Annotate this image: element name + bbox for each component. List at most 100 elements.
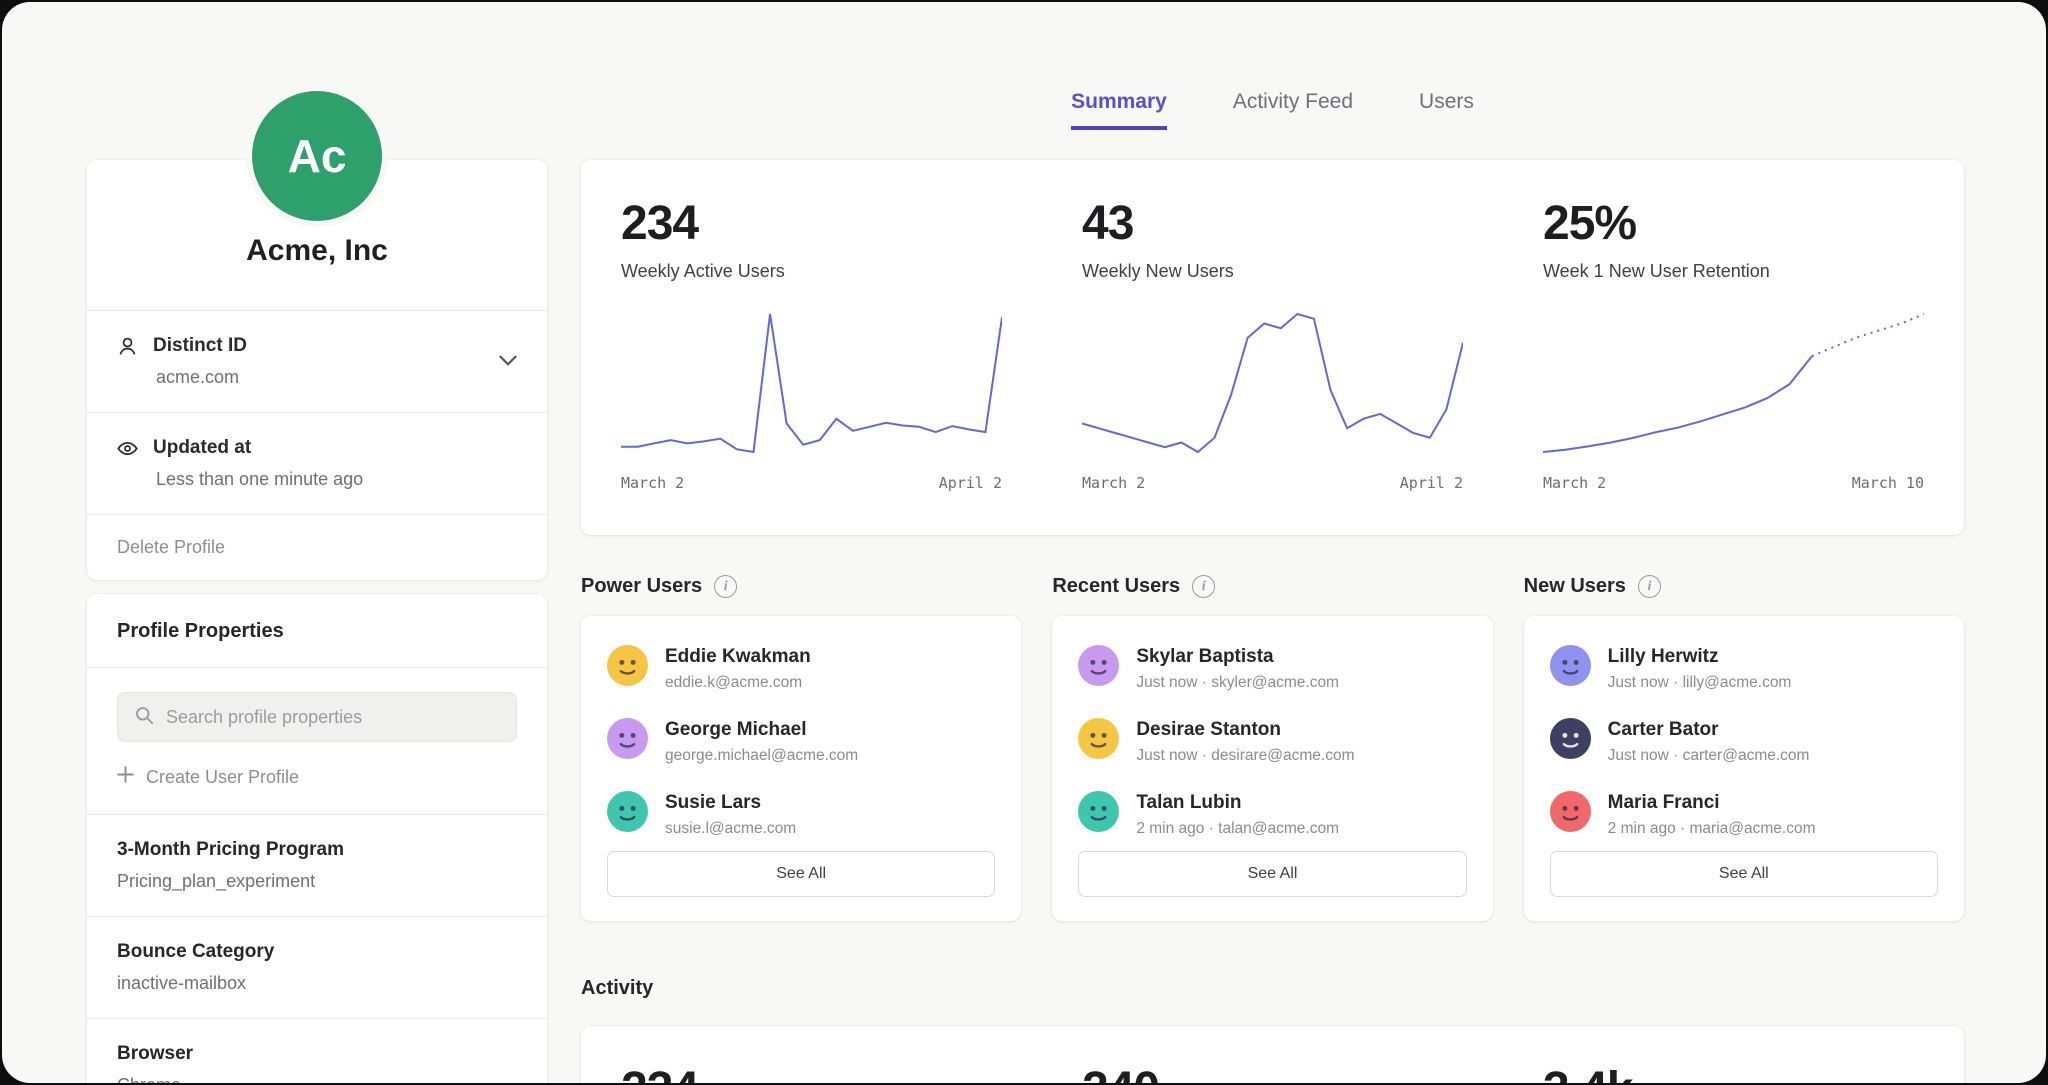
user-row[interactable]: Carter Bator Just now · carter@acme.com <box>1550 705 1938 778</box>
metric-label: Weekly Active Users <box>621 261 1002 282</box>
recent-users-section: Recent Users i Skylar Baptista Just now … <box>1052 575 1492 921</box>
property-row: 3-Month Pricing Program Pricing_plan_exp… <box>87 815 547 917</box>
recent-users-title: Recent Users <box>1052 575 1180 598</box>
see-all-button[interactable]: See All <box>1550 851 1938 897</box>
user-avatar <box>1078 791 1119 832</box>
profile-card: Acme, Inc Distinct ID acme.com <box>87 160 547 580</box>
axis-label-left: March 2 <box>1543 474 1606 492</box>
power-users-card: Eddie Kwakman eddie.k@acme.com George Mi… <box>581 616 1021 921</box>
user-avatar <box>607 718 648 759</box>
tab-summary[interactable]: Summary <box>1071 90 1167 130</box>
create-user-profile-button[interactable]: Create User Profile <box>87 742 547 815</box>
eye-icon <box>117 438 138 459</box>
new-users-title: New Users <box>1524 575 1626 598</box>
property-value: inactive-mailbox <box>117 973 517 994</box>
create-user-profile-label: Create User Profile <box>146 767 299 788</box>
profile-properties-title: Profile Properties <box>87 594 547 668</box>
user-meta: Just now · carter@acme.com <box>1608 747 1810 765</box>
weekly-new-users-chart <box>1082 308 1463 458</box>
metric-value: 234 <box>621 196 1002 251</box>
user-meta: Just now · desirare@acme.com <box>1136 747 1354 765</box>
power-users-title: Power Users <box>581 575 702 598</box>
user-row[interactable]: Desirae Stanton Just now · desirare@acme… <box>1078 705 1466 778</box>
property-row: Bounce Category inactive-mailbox <box>87 917 547 1019</box>
week1-retention-chart <box>1543 308 1924 458</box>
tab-activity-feed[interactable]: Activity Feed <box>1233 90 1353 130</box>
activity-metric-value: 3.4k <box>1543 1062 1924 1083</box>
user-name: Carter Bator <box>1608 718 1810 741</box>
user-lists: Power Users i Eddie Kwakman eddie.k@acme… <box>581 575 1964 921</box>
plus-icon <box>117 766 134 788</box>
property-value: Pricing_plan_experiment <box>117 871 517 892</box>
user-meta: 2 min ago · maria@acme.com <box>1608 820 1816 838</box>
property-label: Bounce Category <box>117 941 517 963</box>
distinct-id-value: acme.com <box>156 367 517 388</box>
info-icon[interactable]: i <box>1192 575 1215 598</box>
info-icon[interactable]: i <box>714 575 737 598</box>
user-avatar <box>1550 791 1591 832</box>
person-icon <box>117 336 138 357</box>
distinct-id-row[interactable]: Distinct ID acme.com <box>87 310 547 412</box>
app-window: Ac Acme, Inc Distinct ID acme.com <box>2 2 2046 1083</box>
distinct-id-label: Distinct ID <box>153 335 247 357</box>
user-meta: eddie.k@acme.com <box>665 674 811 692</box>
tab-users[interactable]: Users <box>1419 90 1474 130</box>
user-avatar <box>1550 645 1591 686</box>
user-name: Skylar Baptista <box>1136 645 1339 668</box>
user-avatar <box>607 645 648 686</box>
user-row[interactable]: Skylar Baptista Just now · skyler@acme.c… <box>1078 632 1466 705</box>
updated-at-value: Less than one minute ago <box>156 469 517 490</box>
activity-metric-value: 234 <box>621 1062 1002 1083</box>
metric-label: Weekly New Users <box>1082 261 1463 282</box>
user-name: Maria Franci <box>1608 791 1816 814</box>
activity-metric-value: 240 <box>1082 1062 1463 1083</box>
search-input[interactable] <box>166 707 500 728</box>
power-users-section: Power Users i Eddie Kwakman eddie.k@acme… <box>581 575 1021 921</box>
activity-stats-card: 234 240 3.4k <box>581 1026 1964 1083</box>
user-name: Eddie Kwakman <box>665 645 811 668</box>
user-meta: Just now · skyler@acme.com <box>1136 674 1339 692</box>
property-label: 3-Month Pricing Program <box>117 839 517 861</box>
user-row[interactable]: Talan Lubin 2 min ago · talan@acme.com <box>1078 778 1466 851</box>
recent-users-card: Skylar Baptista Just now · skyler@acme.c… <box>1052 616 1492 921</box>
user-meta: 2 min ago · talan@acme.com <box>1136 820 1339 838</box>
search-profile-properties[interactable] <box>117 692 517 742</box>
metric-weekly-new-users: 43 Weekly New Users March 2 April 2 <box>1042 160 1503 535</box>
user-row[interactable]: Susie Lars susie.l@acme.com <box>607 778 995 851</box>
chevron-down-icon[interactable] <box>499 353 517 371</box>
user-meta: susie.l@acme.com <box>665 820 796 838</box>
info-icon[interactable]: i <box>1638 575 1661 598</box>
search-icon <box>134 705 154 730</box>
user-row[interactable]: Eddie Kwakman eddie.k@acme.com <box>607 632 995 705</box>
main-content: Summary Activity Feed Users 234 Weekly A… <box>581 2 1964 1083</box>
property-label: Browser <box>117 1043 517 1065</box>
axis-label-right: March 10 <box>1852 474 1924 492</box>
user-avatar <box>1078 718 1119 759</box>
delete-profile-button[interactable]: Delete Profile <box>87 514 547 580</box>
user-name: Susie Lars <box>665 791 796 814</box>
user-row[interactable]: George Michael george.michael@acme.com <box>607 705 995 778</box>
user-row[interactable]: Lilly Herwitz Just now · lilly@acme.com <box>1550 632 1938 705</box>
property-row: Browser Chrome <box>87 1019 547 1083</box>
metric-value: 25% <box>1543 196 1924 251</box>
user-avatar <box>1550 718 1591 759</box>
axis-label-right: April 2 <box>939 474 1002 492</box>
see-all-button[interactable]: See All <box>607 851 995 897</box>
metric-week1-retention: 25% Week 1 New User Retention March 2 Ma… <box>1503 160 1964 535</box>
user-name: Lilly Herwitz <box>1608 645 1792 668</box>
metric-value: 43 <box>1082 196 1463 251</box>
user-avatar <box>1078 645 1119 686</box>
see-all-button[interactable]: See All <box>1078 851 1466 897</box>
user-row[interactable]: Maria Franci 2 min ago · maria@acme.com <box>1550 778 1938 851</box>
axis-label-left: March 2 <box>621 474 684 492</box>
updated-at-row: Updated at Less than one minute ago <box>87 412 547 514</box>
tab-bar: Summary Activity Feed Users <box>581 2 1964 130</box>
user-name: Talan Lubin <box>1136 791 1339 814</box>
axis-label-left: March 2 <box>1082 474 1145 492</box>
company-avatar: Ac <box>252 91 382 221</box>
metric-label: Week 1 New User Retention <box>1543 261 1924 282</box>
new-users-card: Lilly Herwitz Just now · lilly@acme.com … <box>1524 616 1964 921</box>
property-value: Chrome <box>117 1075 517 1083</box>
user-name: Desirae Stanton <box>1136 718 1354 741</box>
user-meta: george.michael@acme.com <box>665 747 858 765</box>
